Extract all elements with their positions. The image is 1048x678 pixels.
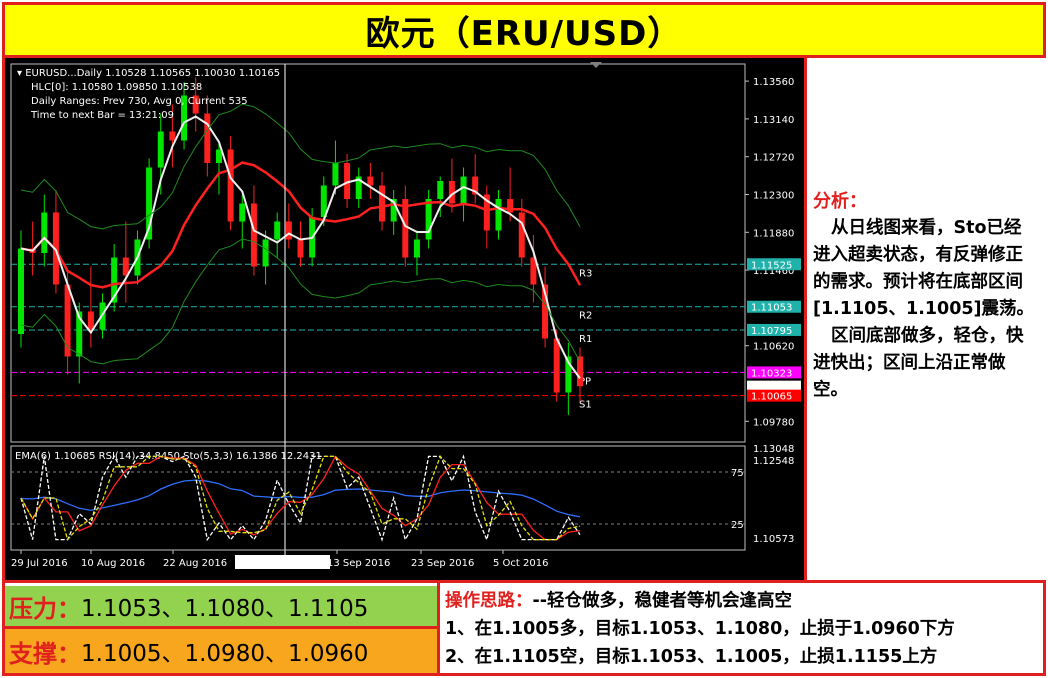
- price-tag-label: 1.11053: [751, 303, 792, 314]
- trade-plan: 操作思路：--轻仓做多，稳健者等机会逢高空 1、在1.1005多，目标1.105…: [437, 583, 1046, 676]
- pivot-name-s1: S1: [579, 400, 592, 411]
- candle-body: [250, 203, 257, 267]
- price-tag-label: 1.10065: [751, 392, 792, 403]
- x-tick-label: 29 Jul 2016: [11, 558, 68, 569]
- price-tag-label: 1.10795: [751, 326, 792, 337]
- candle-body: [274, 221, 281, 240]
- plan-title-rest: --轻仓做多，稳健者等机会逢高空: [532, 591, 793, 611]
- y-tick-label: 1.13560: [753, 77, 794, 88]
- plan-title: 操作思路：: [445, 591, 533, 611]
- support-label: 支撑：: [9, 639, 81, 668]
- candle-body: [18, 248, 24, 334]
- candle-body: [379, 185, 386, 222]
- x-tick-label: 23 Sep 2016: [411, 558, 474, 569]
- candle-body: [332, 163, 339, 186]
- crosshair-date-label: 2016.09.05 00:00: [239, 558, 328, 569]
- info-line: Time to next Bar = 13:21:09: [30, 110, 174, 121]
- candle-body: [413, 239, 420, 258]
- info-line: HLC[0]: 1.10580 1.09850 1.10538: [31, 82, 202, 93]
- candle-body: [495, 199, 502, 231]
- support-box: 支撑： 1.1005、1.0980、1.0960: [5, 629, 437, 673]
- candle-body: [437, 181, 444, 199]
- symbol-line: ▾ EURUSD...Daily 1.10528 1.10565 1.10030…: [17, 68, 280, 79]
- support-values: 1.1005、1.0980、1.0960: [81, 641, 369, 667]
- chart-panel: 1.13560 1.13140 1.12720 1.12300 1.11880 1.114…: [5, 58, 807, 580]
- level-75-label: 75: [731, 468, 744, 479]
- candle-body: [204, 113, 211, 163]
- y-tick-label: 1.09780: [753, 417, 794, 428]
- y-tick-label: 1.13140: [753, 115, 794, 126]
- lower-y-tick-label: 1.10573: [753, 534, 794, 545]
- candle-body: [157, 131, 164, 168]
- x-tick-label: 5 Oct 2016: [493, 558, 548, 569]
- plan-line-1: 1、在1.1005多，目标1.1053、1.1080，止损于1.0960下方: [445, 619, 955, 639]
- y-tick-label: 1.10620: [753, 342, 794, 353]
- candle-body: [367, 176, 374, 186]
- plan-title-line: 操作思路：--轻仓做多，稳健者等机会逢高空: [445, 587, 1046, 615]
- bottom-panel: 压力： 1.1053、1.1080、1.1105 支撑： 1.1005、1.09…: [2, 580, 1046, 676]
- title-bar: 欧元（ERU/USD）: [2, 2, 1046, 58]
- candle-body: [402, 199, 409, 258]
- price-tag-label: 1.10323: [751, 368, 792, 379]
- candle-body: [227, 149, 234, 222]
- candle-body: [285, 221, 292, 240]
- analysis-paragraph-2: 区间底部做多，轻仓，快进快出；区间上沿正常做空。: [813, 326, 1024, 400]
- candle-body: [169, 131, 176, 141]
- x-tick-label: 22 Aug 2016: [163, 558, 227, 569]
- pivot-name-r2: R2: [579, 311, 592, 322]
- candle-body: [460, 176, 467, 204]
- candle-body: [87, 311, 94, 330]
- pivot-name-r1: R1: [579, 334, 592, 345]
- x-tick-label: 10 Aug 2016: [81, 558, 145, 569]
- candle-body: [64, 284, 71, 357]
- candle-body: [41, 212, 48, 253]
- page-title: 欧元（ERU/USD）: [365, 13, 683, 54]
- indicator-label: EMA(6) 1.10685 RSI(14) 34.8450 Sto(5,3,3…: [15, 451, 322, 462]
- plan-line-2: 2、在1.1105空，目标1.1053、1.1005，止损1.1155上方: [445, 647, 938, 667]
- analysis-heading: 分析：: [813, 191, 867, 212]
- candle-body: [425, 199, 432, 240]
- pressure-box: 压力： 1.1053、1.1080、1.1105: [5, 586, 437, 629]
- candle-body: [262, 239, 269, 267]
- candle-body: [518, 212, 525, 258]
- analysis-paragraph-1: 从日线图来看，Sto已经进入超卖状态，有反弹修正的需求。预计将在底部区间[1.1…: [813, 218, 1035, 319]
- candle-body: [553, 338, 560, 393]
- info-line: Daily Ranges: Prev 730, Avg 0, Current 5…: [31, 96, 248, 107]
- candle-body: [297, 239, 304, 258]
- pivot-name-r3: R3: [579, 268, 592, 279]
- pressure-values: 1.1053、1.1080、1.1105: [81, 596, 369, 622]
- candlestick-chart: 1.135601.131401.127201.123001.118801.114…: [10, 62, 801, 569]
- level-25-label: 25: [731, 520, 744, 531]
- y-tick-label: 1.12300: [753, 191, 794, 202]
- y-tick-label: 1.11880: [753, 228, 794, 239]
- pressure-label: 压力：: [9, 594, 81, 623]
- candle-body: [239, 203, 246, 222]
- lower-y-tick-label: 1.12548: [753, 456, 794, 467]
- price-tag-label: 1.11525: [751, 260, 792, 271]
- lower-y-tick-label: 1.13048: [753, 444, 794, 455]
- x-tick-label: 13 Sep 2016: [327, 558, 390, 569]
- y-tick-label: 1.12720: [753, 153, 794, 164]
- scroll-marker-icon: [590, 62, 602, 68]
- analysis-panel: 分析： 从日线图来看，Sto已经进入超卖状态，有反弹修正的需求。预计将在底部区间…: [807, 58, 1046, 580]
